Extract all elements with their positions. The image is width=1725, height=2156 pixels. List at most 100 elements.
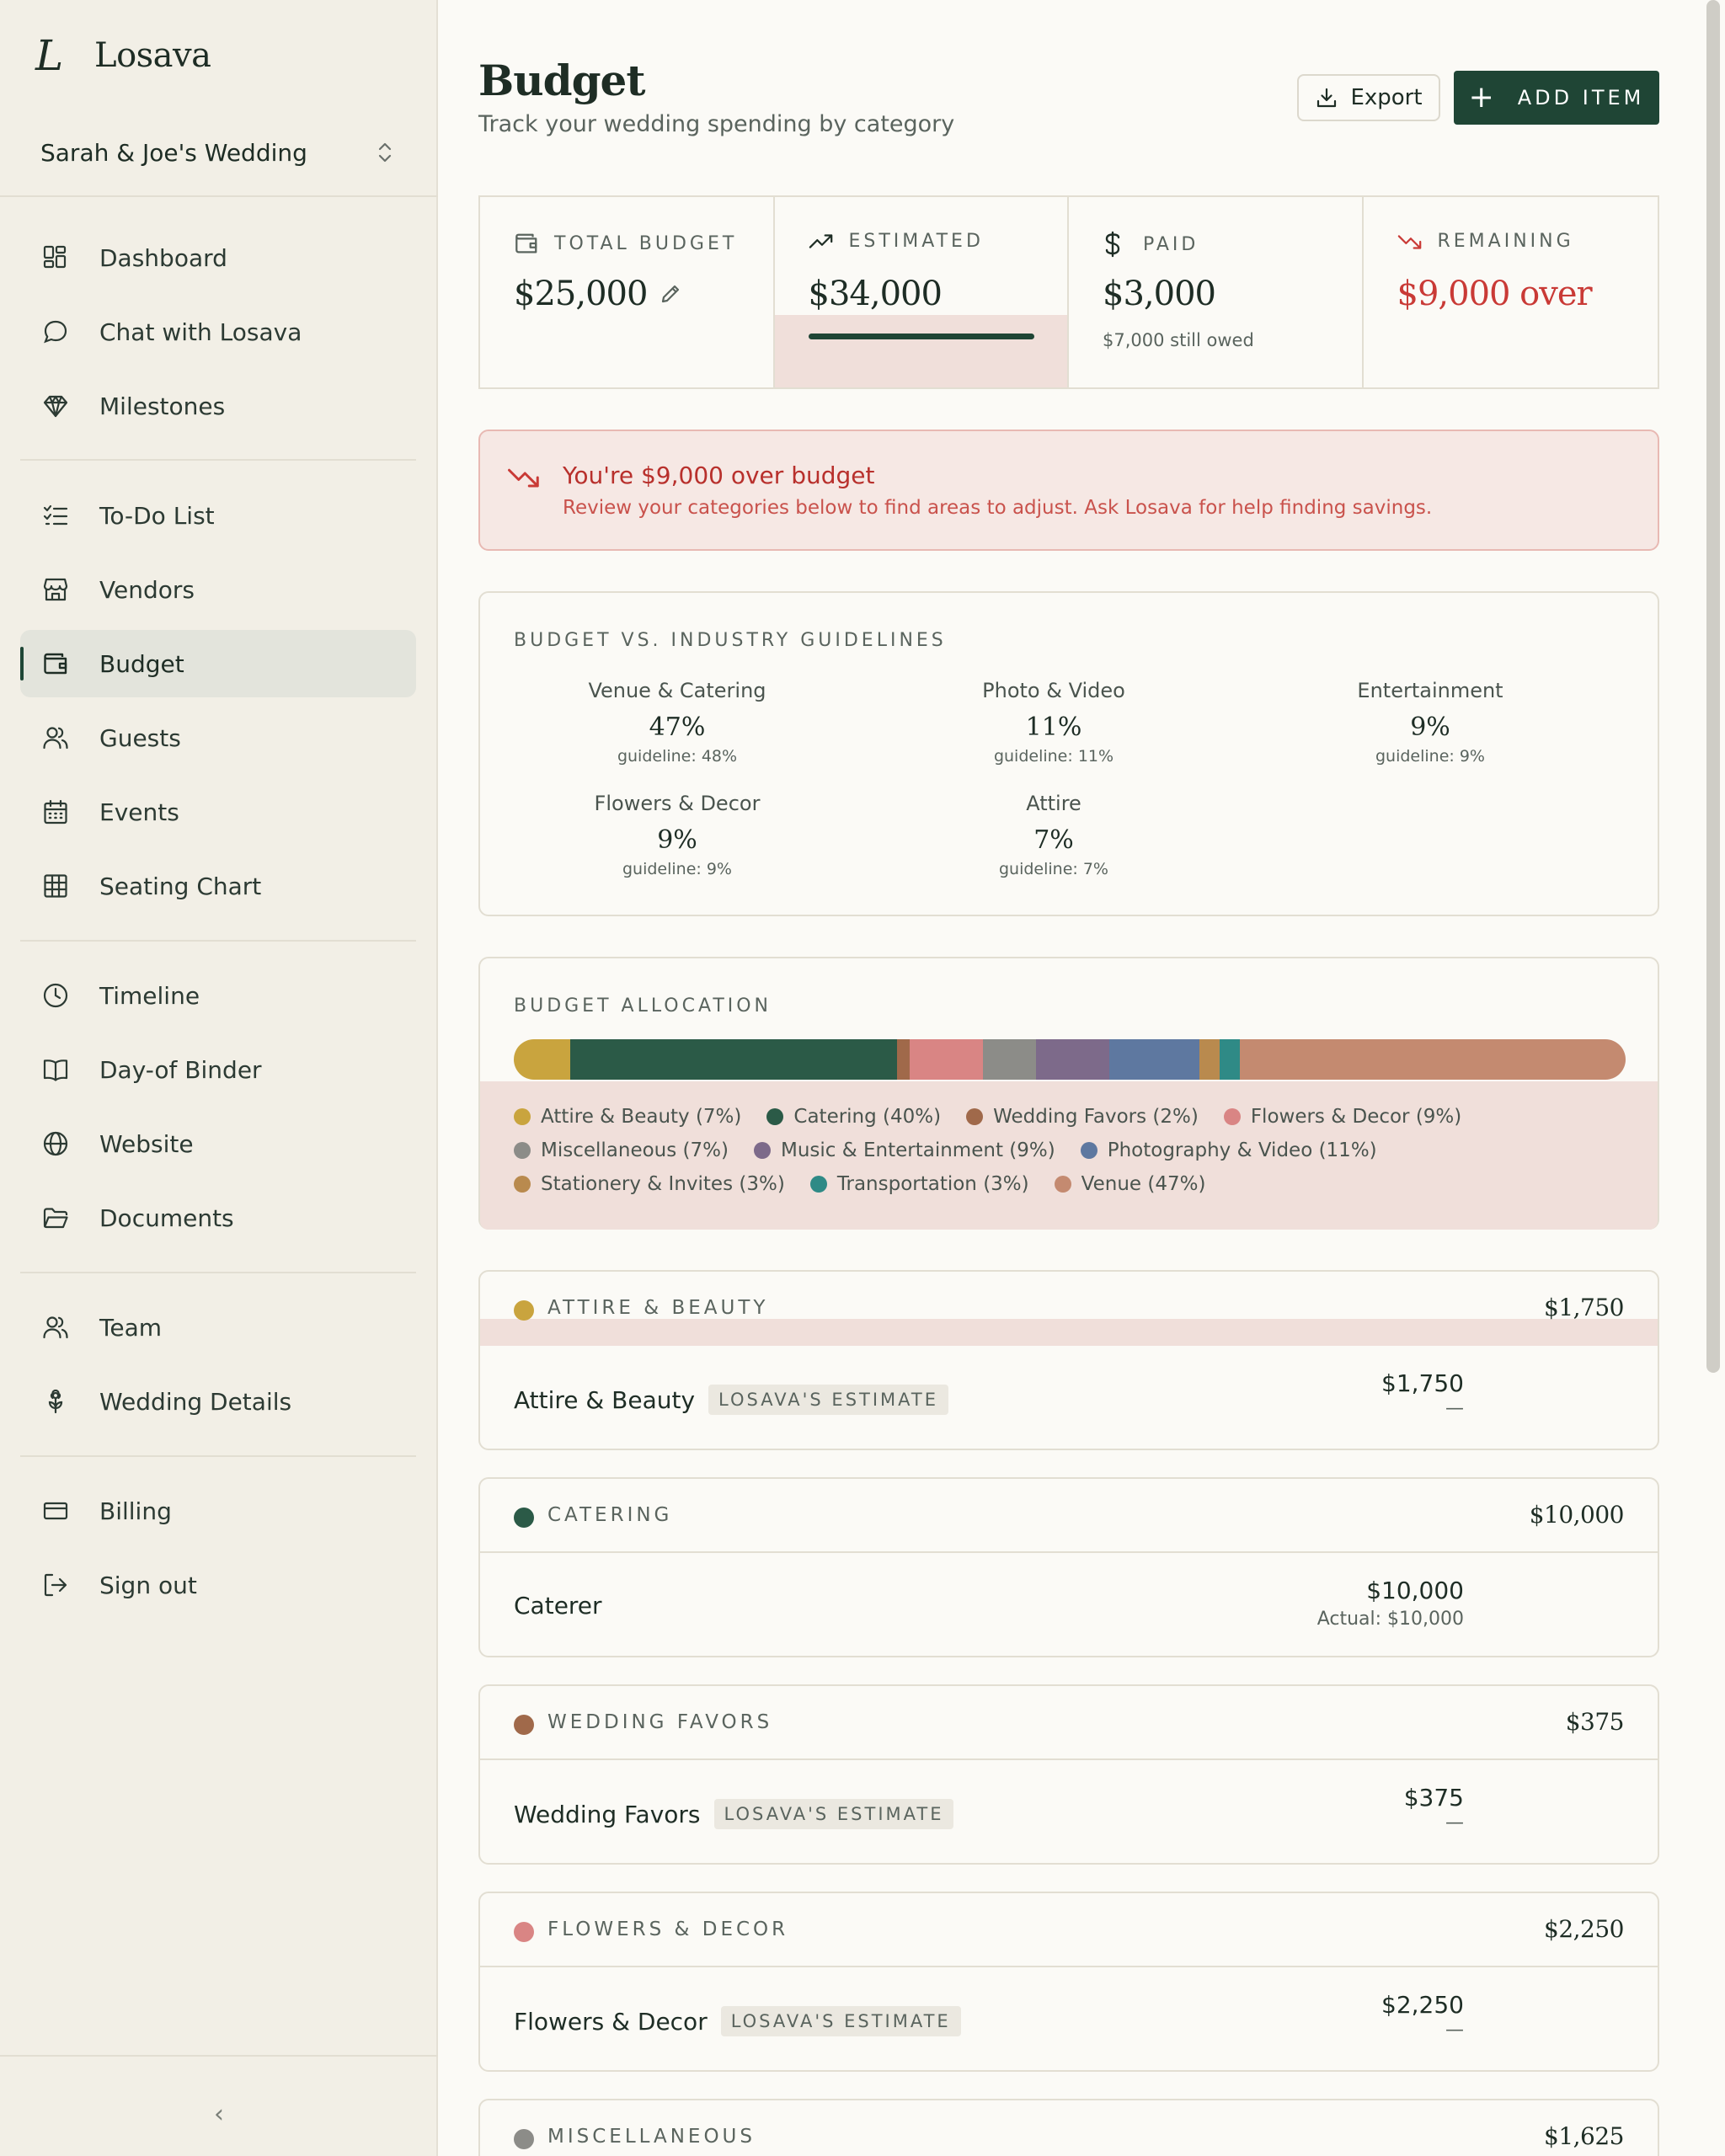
guideline-item: Flowers & Decor 9% guideline: 9% bbox=[492, 792, 862, 878]
legend-dot bbox=[1080, 1142, 1097, 1159]
guideline-text: guideline: 7% bbox=[998, 860, 1108, 878]
stat-label: REMAINING bbox=[1437, 231, 1574, 252]
category-total: $375 bbox=[1565, 1708, 1625, 1736]
category-header[interactable]: WEDDING FAVORS $375 bbox=[480, 1686, 1658, 1760]
card-icon bbox=[40, 1496, 71, 1526]
category-header[interactable]: FLOWERS & DECOR $2,250 bbox=[480, 1893, 1658, 1967]
sidebar-item-team[interactable]: Team bbox=[20, 1294, 416, 1361]
category-total: $1,750 bbox=[1544, 1294, 1624, 1321]
sidebar-item-website[interactable]: Website bbox=[20, 1110, 416, 1177]
sidebar-item-events[interactable]: Events bbox=[20, 778, 416, 846]
scrollbar[interactable] bbox=[1706, 0, 1720, 1373]
collapse-sidebar-button[interactable]: ‹ bbox=[202, 2097, 236, 2131]
guideline-item: Photo & Video 11% guideline: 11% bbox=[868, 679, 1239, 766]
legend-item: Wedding Favors (2%) bbox=[966, 1100, 1199, 1134]
legend-dot bbox=[1223, 1108, 1241, 1125]
category-color-dot bbox=[514, 1715, 534, 1735]
sidebar-item-vendors[interactable]: Vendors bbox=[20, 556, 416, 623]
legend-label: Miscellaneous (7%) bbox=[541, 1139, 729, 1161]
estimate-tag: LOSAVA'S ESTIMATE bbox=[713, 1799, 954, 1829]
sidebar-item-dashboard[interactable]: Dashboard bbox=[20, 224, 416, 291]
item-actual: — bbox=[1445, 2020, 1464, 2041]
allocation-segment bbox=[1036, 1039, 1110, 1080]
alert-title: You're $9,000 over budget bbox=[563, 462, 875, 489]
sidebar-item-todo[interactable]: To-Do List bbox=[20, 482, 416, 549]
sidebar-item-timeline[interactable]: Timeline bbox=[20, 962, 416, 1029]
sidebar-item-chat[interactable]: Chat with Losava bbox=[20, 298, 416, 366]
allocation-segment bbox=[1239, 1039, 1626, 1080]
export-button[interactable]: Export bbox=[1297, 74, 1440, 121]
budget-item-row[interactable]: Caterer bbox=[514, 1592, 602, 1620]
sidebar-item-label: Guests bbox=[99, 723, 181, 752]
sidebar-item-label: Dashboard bbox=[99, 243, 227, 272]
chevron-up-down-icon bbox=[378, 142, 392, 163]
category-color-dot bbox=[514, 1300, 534, 1321]
guideline-percent: 7% bbox=[1033, 825, 1074, 855]
category-label: CATERING bbox=[547, 1504, 673, 1526]
category-header[interactable]: CATERING $10,000 bbox=[480, 1479, 1658, 1553]
guideline-percent: 47% bbox=[649, 712, 706, 742]
sidebar-divider bbox=[20, 940, 416, 942]
legend-label: Music & Entertainment (9%) bbox=[781, 1139, 1055, 1161]
sidebar-divider bbox=[20, 1455, 416, 1457]
category-color-dot bbox=[514, 2129, 534, 2149]
guideline-text: guideline: 9% bbox=[622, 860, 732, 878]
stat-estimated: ESTIMATED $34,000 bbox=[774, 197, 1069, 387]
guideline-percent: 11% bbox=[1025, 712, 1082, 742]
chevron-left-icon: ‹ bbox=[214, 2099, 224, 2129]
legend-dot bbox=[754, 1142, 771, 1159]
category-label: WEDDING FAVORS bbox=[547, 1711, 773, 1733]
guidelines-card: BUDGET VS. INDUSTRY GUIDELINES Venue & C… bbox=[478, 591, 1659, 916]
guideline-item: Entertainment 9% guideline: 9% bbox=[1245, 679, 1616, 766]
sidebar-item-label: Day-of Binder bbox=[99, 1055, 262, 1084]
checklist-icon bbox=[40, 500, 71, 531]
wedding-selector-label: Sarah & Joe's Wedding bbox=[40, 138, 307, 167]
sidebar-item-guests[interactable]: Guests bbox=[20, 704, 416, 771]
trending-up-icon bbox=[809, 232, 834, 252]
sidebar-item-wedding-details[interactable]: Wedding Details bbox=[20, 1368, 416, 1435]
category-total: $1,625 bbox=[1544, 2122, 1624, 2150]
category-card-wedding-favors: WEDDING FAVORS $375 Wedding Favors LOSAV… bbox=[478, 1684, 1659, 1865]
sidebar-item-billing[interactable]: Billing bbox=[20, 1477, 416, 1545]
logo[interactable]: L Losava bbox=[35, 31, 211, 80]
dashboard-icon bbox=[40, 243, 71, 273]
sidebar-item-seating-chart[interactable]: Seating Chart bbox=[20, 852, 416, 920]
budget-item-row[interactable]: Wedding Favors LOSAVA'S ESTIMATE bbox=[514, 1799, 954, 1829]
legend-dot bbox=[514, 1108, 531, 1125]
legend-label: Stationery & Invites (3%) bbox=[541, 1173, 785, 1195]
item-name: Caterer bbox=[514, 1592, 602, 1620]
budget-item-row[interactable]: Attire & Beauty LOSAVA'S ESTIMATE bbox=[514, 1385, 949, 1415]
logo-mark: L bbox=[35, 31, 64, 80]
category-header[interactable]: ATTIRE & BEAUTY $1,750 bbox=[480, 1272, 1658, 1346]
legend-label: Flowers & Decor (9%) bbox=[1250, 1106, 1462, 1128]
legend-dot bbox=[514, 1142, 531, 1159]
diamond-icon bbox=[40, 391, 71, 421]
add-item-button[interactable]: + ADD ITEM bbox=[1454, 71, 1659, 125]
sidebar-item-milestones[interactable]: Milestones bbox=[20, 372, 416, 440]
folder-icon bbox=[40, 1203, 71, 1233]
sidebar-item-label: Milestones bbox=[99, 392, 226, 420]
sidebar-item-label: Vendors bbox=[99, 575, 195, 604]
allocation-segment bbox=[1220, 1039, 1240, 1080]
stat-value: $3,000 bbox=[1103, 275, 1216, 313]
wedding-selector[interactable]: Sarah & Joe's Wedding bbox=[40, 133, 394, 172]
item-amount: $375 bbox=[1403, 1784, 1464, 1812]
stat-total-budget: TOTAL BUDGET $25,000 bbox=[480, 197, 775, 387]
sidebar-item-day-of-binder[interactable]: Day-of Binder bbox=[20, 1036, 416, 1103]
sign-out-icon bbox=[40, 1570, 71, 1600]
category-card-attire-beauty: ATTIRE & BEAUTY $1,750 Attire & Beauty L… bbox=[478, 1270, 1659, 1450]
sidebar-divider bbox=[0, 2055, 438, 2057]
guideline-name: Entertainment bbox=[1357, 679, 1503, 702]
stat-label: TOTAL BUDGET bbox=[554, 232, 738, 254]
calendar-icon bbox=[40, 797, 71, 827]
sidebar-item-sign-out[interactable]: Sign out bbox=[20, 1551, 416, 1619]
category-header[interactable]: MISCELLANEOUS $1,625 bbox=[480, 2100, 1658, 2156]
sidebar-item-documents[interactable]: Documents bbox=[20, 1184, 416, 1251]
edit-pencil-icon[interactable] bbox=[659, 282, 682, 306]
estimated-progress-bar bbox=[808, 334, 1034, 339]
category-label: MISCELLANEOUS bbox=[547, 2126, 756, 2148]
sidebar-item-budget[interactable]: Budget bbox=[20, 630, 416, 697]
sidebar-divider bbox=[0, 195, 438, 197]
stat-paid: PAID $3,000 $7,000 still owed bbox=[1069, 197, 1364, 387]
budget-item-row[interactable]: Flowers & Decor LOSAVA'S ESTIMATE bbox=[514, 2006, 961, 2036]
